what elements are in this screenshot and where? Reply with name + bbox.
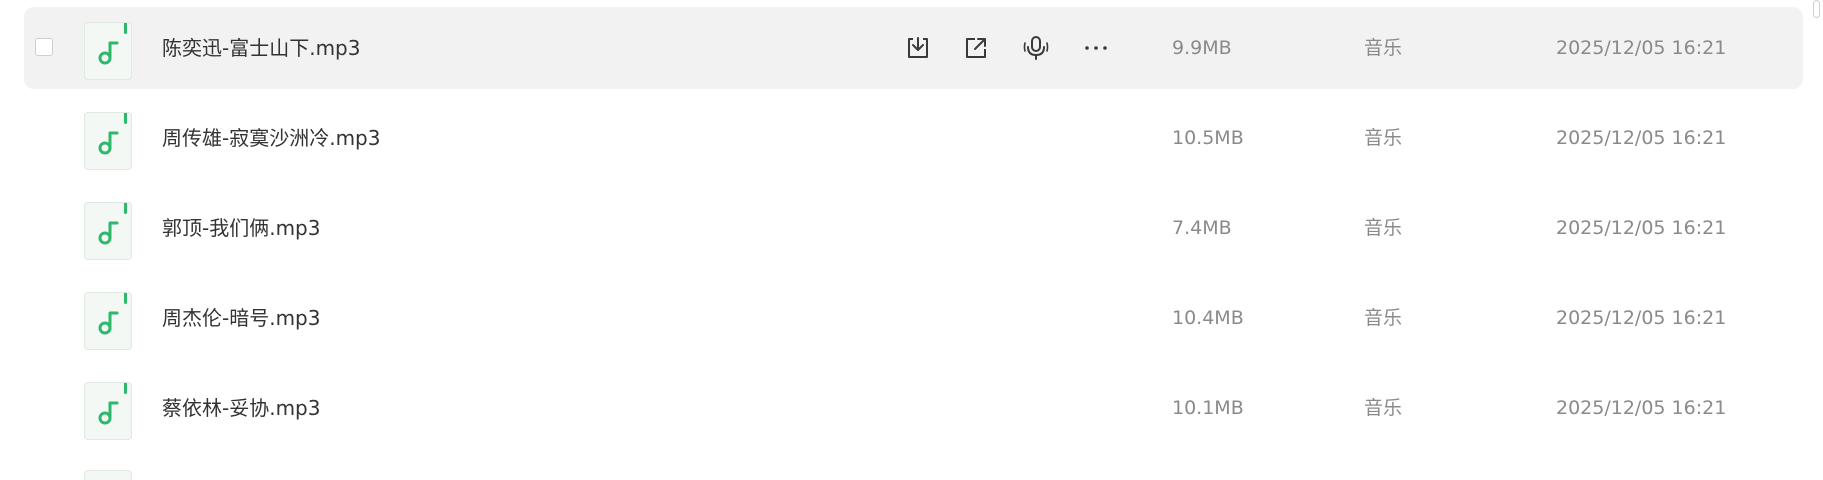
file-size: 10.1MB bbox=[1172, 397, 1244, 419]
download-icon[interactable] bbox=[904, 34, 932, 62]
file-type: 音乐 bbox=[1364, 217, 1403, 239]
file-name[interactable]: 蔡依林-妥协.mp3 bbox=[162, 367, 320, 449]
file-date: 2025/12/05 16:21 bbox=[1556, 307, 1727, 329]
music-file-icon bbox=[84, 112, 132, 170]
row-checkbox[interactable] bbox=[35, 38, 53, 56]
file-type: 音乐 bbox=[1364, 127, 1403, 149]
file-date: 2025/12/05 16:21 bbox=[1556, 397, 1727, 419]
file-date: 2025/12/05 16:21 bbox=[1556, 217, 1727, 239]
file-row[interactable]: 周杰伦-暗号.mp3 10.4MB 音乐 2025/12/05 16:21 bbox=[24, 277, 1803, 359]
file-row[interactable]: 郭顶-我们俩.mp3 7.4MB 音乐 2025/12/05 16:21 bbox=[24, 187, 1803, 269]
music-note-icon bbox=[98, 131, 119, 155]
share-icon[interactable] bbox=[962, 34, 990, 62]
music-note-icon bbox=[98, 311, 119, 335]
file-size: 10.5MB bbox=[1172, 127, 1244, 149]
file-name[interactable]: 周传雄-寂寞沙洲冷.mp3 bbox=[162, 97, 380, 179]
file-type: 音乐 bbox=[1364, 307, 1403, 329]
more-icon[interactable] bbox=[1082, 34, 1110, 62]
music-file-icon bbox=[84, 382, 132, 440]
music-file-icon bbox=[84, 202, 132, 260]
music-file-icon bbox=[84, 22, 132, 80]
file-list: 陈奕迅-富士山下.mp3 9.9MB 音乐 2025/12/05 16:21 周… bbox=[0, 0, 1823, 480]
music-note-icon bbox=[98, 401, 119, 425]
music-note-icon bbox=[98, 41, 119, 65]
file-name[interactable]: 周杰伦-暗号.mp3 bbox=[162, 277, 320, 359]
file-row[interactable]: 陈奕迅-富士山下.mp3 9.9MB 音乐 2025/12/05 16:21 bbox=[24, 7, 1803, 89]
file-name[interactable]: 陈奕迅-富士山下.mp3 bbox=[162, 7, 360, 89]
file-size: 9.9MB bbox=[1172, 37, 1232, 59]
file-type: 音乐 bbox=[1364, 397, 1403, 419]
music-file-icon bbox=[84, 292, 132, 350]
file-date: 2025/12/05 16:21 bbox=[1556, 127, 1727, 149]
file-size: 7.4MB bbox=[1172, 217, 1232, 239]
scrollbar-thumb[interactable] bbox=[1813, 0, 1820, 18]
file-row[interactable]: 蔡依林-妥协.mp3 10.1MB 音乐 2025/12/05 16:21 bbox=[24, 367, 1803, 449]
file-row[interactable]: 周传雄-寂寞沙洲冷.mp3 10.5MB 音乐 2025/12/05 16:21 bbox=[24, 97, 1803, 179]
file-type: 音乐 bbox=[1364, 37, 1403, 59]
file-name[interactable]: 郭顶-我们俩.mp3 bbox=[162, 187, 320, 269]
music-note-icon bbox=[98, 221, 119, 245]
file-size: 10.4MB bbox=[1172, 307, 1244, 329]
voice-icon[interactable] bbox=[1022, 34, 1050, 62]
music-file-icon bbox=[84, 470, 132, 480]
file-date: 2025/12/05 16:21 bbox=[1556, 37, 1727, 59]
